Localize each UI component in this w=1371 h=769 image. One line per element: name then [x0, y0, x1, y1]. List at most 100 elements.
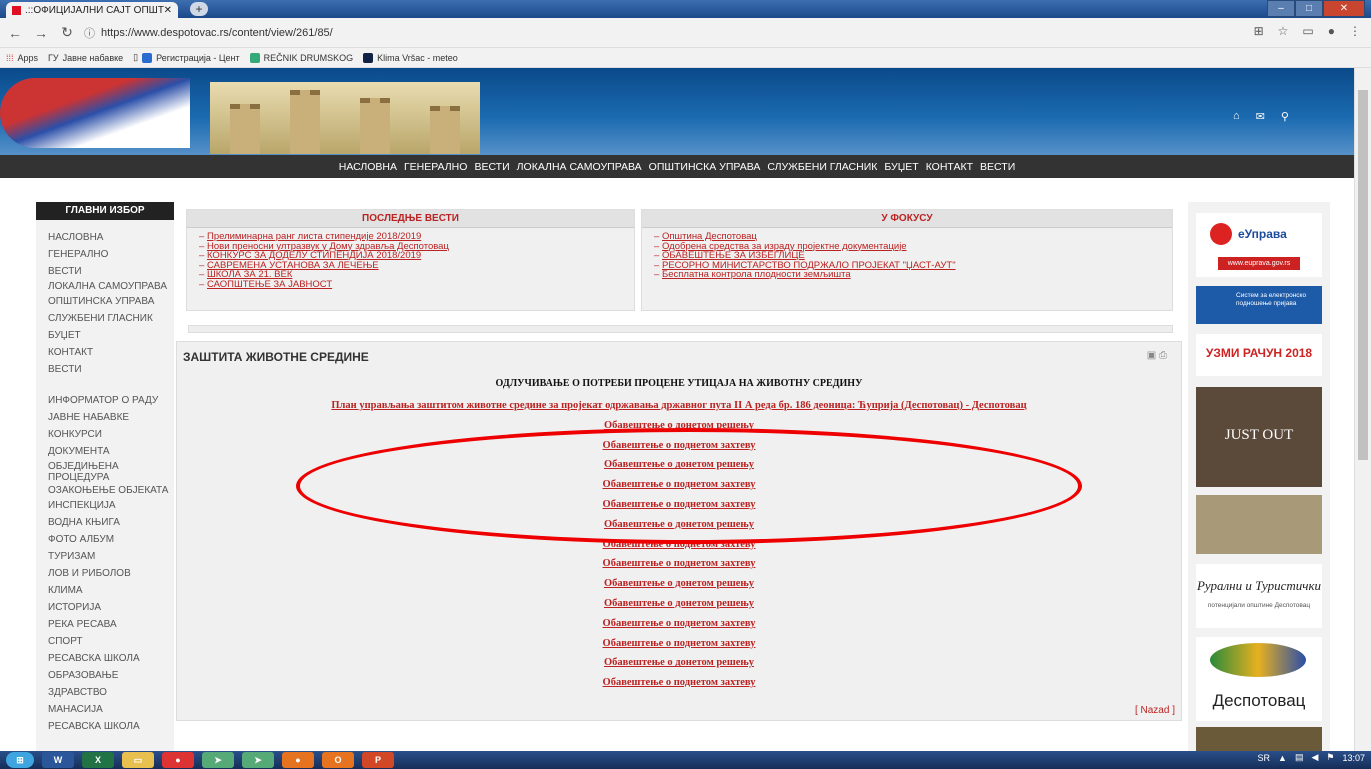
sidebar-item[interactable]: ЛОВ И РИБОЛОВ — [36, 566, 174, 581]
sidebar-item[interactable]: ДОКУМЕНТА — [36, 444, 174, 459]
app-icon-2[interactable]: ➤ — [242, 752, 274, 768]
focus-link[interactable]: Бесплатна контрола плодности земљишта — [654, 270, 1172, 280]
sidebar-item[interactable]: ГЕНЕРАЛНО — [36, 247, 174, 262]
bookmark-javne-nabavke[interactable]: ГУ Јавне набавке — [48, 53, 123, 63]
start-button[interactable]: ⊞ — [6, 752, 34, 768]
document-link[interactable]: Обавештење о поднетом захтеву — [177, 614, 1181, 634]
tray-arrow-icon[interactable]: ▲ — [1278, 753, 1287, 763]
reload-icon[interactable]: ↻ — [56, 24, 78, 41]
news-link[interactable]: САОПШТЕЊЕ ЗА ЈАВНОСТ — [199, 280, 634, 290]
sidebar-item[interactable]: ОПШТИНСКА УПРАВА — [36, 294, 174, 309]
explorer-icon[interactable]: ▭ — [122, 752, 154, 768]
sidebar-item[interactable]: НАСЛОВНА — [36, 230, 174, 245]
sidebar-item[interactable]: ОБЈЕДИЊЕНА ПРОЦЕДУРА — [36, 461, 174, 483]
powerpoint-icon[interactable]: P — [362, 752, 394, 768]
nav-item[interactable]: ОПШТИНСКА УПРАВА — [649, 161, 761, 173]
document-link[interactable]: Обавештење о донетом решењу — [177, 594, 1181, 614]
nav-item[interactable]: КОНТАКТ — [926, 161, 973, 173]
scroll-thumb[interactable] — [1358, 90, 1368, 460]
profile-icon[interactable]: ● — [1328, 24, 1335, 38]
sidebar-item[interactable]: РЕСАВСКА ШКОЛА — [36, 651, 174, 666]
nav-item[interactable]: НАСЛОВНА — [339, 161, 397, 173]
mail-icon[interactable]: ✉ — [1256, 110, 1265, 123]
ruralni-banner[interactable]: Рурални и Туристички потенцијали општине… — [1196, 564, 1322, 628]
word-icon[interactable]: W — [42, 752, 74, 768]
nav-item[interactable]: БУЏЕТ — [884, 161, 918, 173]
sidebar-item[interactable]: МАНАСИЈА — [36, 702, 174, 717]
forward-icon[interactable]: → — [30, 25, 52, 41]
browser-tab[interactable]: .::ОФИЦИЈАЛНИ САЈТ ОПШТИ ✕ — [6, 2, 178, 18]
sidebar-item[interactable]: ФОТО АЛБУМ — [36, 532, 174, 547]
chrome-icon[interactable]: ● — [162, 752, 194, 768]
sidebar-item[interactable]: КОНТАКТ — [36, 345, 174, 360]
sidebar-item[interactable]: РЕСАВСКА ШКОЛА — [36, 719, 174, 734]
back-link[interactable]: [ Nazad ] — [1135, 705, 1175, 716]
nav-item[interactable]: ВЕСТИ — [980, 161, 1015, 173]
sidebar-item[interactable]: ИНФОРМАТОР О РАДУ — [36, 393, 174, 408]
document-link[interactable]: Обавештење о поднетом захтеву — [177, 634, 1181, 654]
euprava-banner[interactable]: еУправа www.euprava.gov.rs — [1196, 213, 1322, 277]
document-link[interactable]: Обавештење о донетом решењу — [177, 574, 1181, 594]
sidebar-item[interactable]: ТУРИЗАМ — [36, 549, 174, 564]
nav-item[interactable]: ГЕНЕРАЛНО — [404, 161, 467, 173]
close-window-icon[interactable]: ✕ — [1323, 0, 1365, 17]
nav-item[interactable]: ВЕСТИ — [474, 161, 509, 173]
heritage-banner[interactable] — [1196, 495, 1322, 554]
sidebar-item[interactable]: ВЕСТИ — [36, 264, 174, 279]
new-tab-button[interactable]: + — [190, 2, 208, 16]
minimize-icon[interactable]: – — [1267, 0, 1295, 17]
flag-icon[interactable]: ⚑ — [1326, 752, 1334, 763]
language-indicator[interactable]: SR — [1258, 753, 1271, 763]
search-icon[interactable]: ⚲ — [1281, 110, 1289, 123]
network-icon[interactable]: ▤ — [1295, 752, 1304, 763]
document-link[interactable]: Обавештење о поднетом захтеву — [177, 554, 1181, 574]
despotovac-to-banner[interactable]: Деспотовац — [1196, 637, 1322, 721]
sidebar-item[interactable]: ЈАВНЕ НАБАВКЕ — [36, 410, 174, 425]
info-icon[interactable]: ⓘ — [84, 25, 95, 41]
document-link[interactable]: Обавештење о донетом решењу — [177, 653, 1181, 673]
home-icon[interactable]: ⌂ — [1233, 110, 1240, 123]
star-icon[interactable]: ☆ — [1278, 24, 1289, 38]
bookmark-registracija[interactable]: ▯ Регистрација - Цент — [133, 52, 240, 63]
app-icon[interactable]: ➤ — [202, 752, 234, 768]
sidebar-item[interactable]: ВОДНА КЊИГА — [36, 515, 174, 530]
volume-icon[interactable]: ◀ — [1311, 752, 1318, 763]
bookmark-apps[interactable]: ⁞⁞⁞ Apps — [6, 53, 38, 63]
sidebar-item[interactable]: ЛОКАЛНА САМОУПРАВА — [36, 281, 174, 292]
sidebar-item[interactable]: ВЕСТИ — [36, 362, 174, 377]
sidebar-item[interactable]: ОБРАЗОВАЊЕ — [36, 668, 174, 683]
nav-item[interactable]: ЛОКАЛНА САМОУПРАВА — [517, 161, 642, 173]
maximize-icon[interactable]: □ — [1295, 0, 1323, 17]
sidebar-item[interactable]: ИНСПЕКЦИЈА — [36, 498, 174, 513]
close-tab-icon[interactable]: ✕ — [164, 5, 172, 16]
sidebar-item[interactable]: ИСТОРИЈА — [36, 600, 174, 615]
sidebar-item[interactable]: СЛУЖБЕНИ ГЛАСНИК — [36, 311, 174, 326]
firefox-icon[interactable]: ● — [282, 752, 314, 768]
eprijave-banner[interactable]: Систем за електронско подношење пријава — [1196, 286, 1322, 324]
excel-icon[interactable]: X — [82, 752, 114, 768]
more-banner[interactable] — [1196, 727, 1322, 751]
sidebar-item[interactable]: ОЗАКОЊЕЊЕ ОБЈЕКАТА — [36, 485, 174, 496]
nav-item[interactable]: СЛУЖБЕНИ ГЛАСНИК — [767, 161, 877, 173]
pdf-icon[interactable]: ▣ — [1147, 350, 1156, 361]
sidebar-item[interactable]: БУЏЕТ — [36, 328, 174, 343]
back-icon[interactable]: ← — [4, 25, 26, 41]
bookmark-klima[interactable]: Klima Vršac - meteo — [363, 52, 458, 63]
sidebar-item[interactable]: ЗДРАВСТВО — [36, 685, 174, 700]
uzmi-racun-banner[interactable]: УЗМИ РАЧУН 2018 — [1196, 334, 1322, 376]
translate-icon[interactable]: ⊞ — [1254, 24, 1264, 38]
office-icon[interactable]: O — [322, 752, 354, 768]
bookmark-recnik[interactable]: REČNIK DRUMSKOG — [249, 52, 353, 63]
sidebar-item[interactable]: СПОРТ — [36, 634, 174, 649]
sidebar-item[interactable]: РЕКА РЕСАВА — [36, 617, 174, 632]
sidebar-item[interactable]: КОНКУРСИ — [36, 427, 174, 442]
menu-icon[interactable]: ⋮ — [1349, 24, 1361, 38]
extension-icon[interactable]: ▭ — [1302, 24, 1313, 38]
document-link[interactable]: Обавештење о поднетом захтеву — [177, 673, 1181, 693]
clock[interactable]: 13:07 — [1342, 753, 1365, 763]
url-field[interactable]: ⓘ https://www.despotovac.rs/content/view… — [84, 22, 1234, 44]
sidebar-item[interactable]: КЛИМА — [36, 583, 174, 598]
just-out-banner[interactable]: JUST OUT — [1196, 387, 1322, 487]
print-icon[interactable]: ⎙ — [1159, 350, 1167, 361]
document-link[interactable]: План управљања заштитом животне средине … — [177, 396, 1181, 416]
